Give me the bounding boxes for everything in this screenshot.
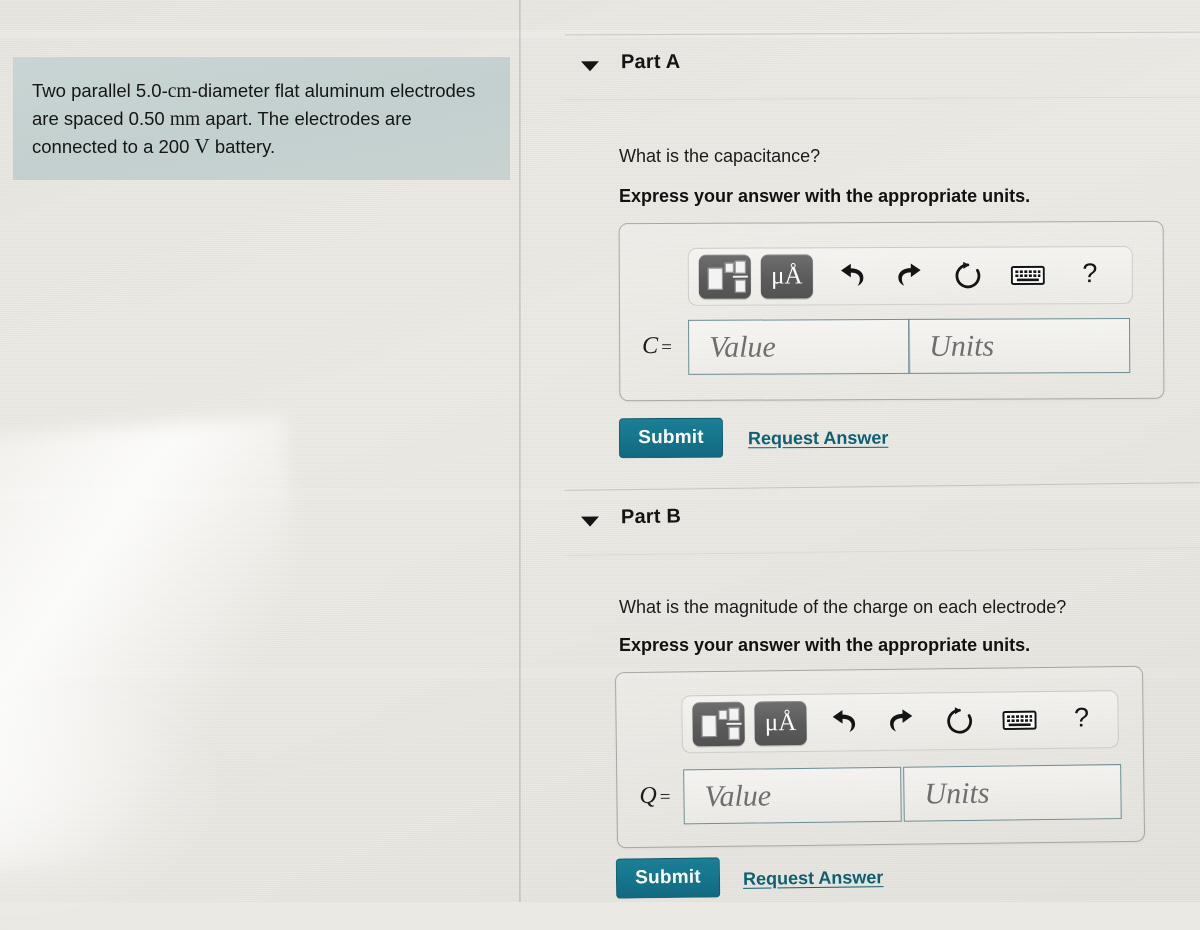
part-a-request-answer-link[interactable]: Request Answer (748, 428, 888, 450)
part-a-value-input[interactable]: Value (688, 318, 911, 375)
part-a-header[interactable]: Part A (564, 31, 1200, 101)
undo-arrow-icon (832, 710, 856, 732)
template-numerator-box-icon (728, 707, 740, 721)
problem-text-4: battery. (209, 136, 276, 157)
undo-button[interactable] (820, 700, 867, 745)
part-a-variable: C (642, 333, 659, 360)
screenshot-root: Two parallel 5.0-cm-diameter flat alumin… (0, 0, 1200, 930)
help-button[interactable]: ? (1058, 697, 1105, 742)
part-b-header[interactable]: Part B (564, 482, 1200, 556)
part-a-equals: = (661, 336, 672, 359)
part-a-title: Part A (620, 50, 681, 74)
keyboard-button[interactable] (996, 698, 1043, 743)
template-denominator-box-icon (734, 279, 746, 293)
part-a-request-label: Request Answer (747, 427, 889, 449)
part-b-value-input[interactable]: Value (683, 766, 902, 825)
keyboard-icon (1010, 265, 1045, 285)
triangle-down-icon[interactable] (580, 516, 600, 527)
template-fraction-bar-icon (732, 275, 748, 278)
part-b-units-input[interactable]: Units (903, 764, 1122, 822)
part-a-submit-label: Submit (638, 426, 704, 449)
undo-arrow-icon (841, 263, 864, 286)
units-button[interactable]: μÅ (760, 254, 813, 299)
math-template-button[interactable] (698, 254, 751, 299)
math-template-button[interactable] (692, 701, 745, 747)
part-b-request-label: Request Answer (742, 867, 884, 889)
header-bottom-edge (565, 547, 1200, 556)
reset-button[interactable] (936, 699, 983, 744)
problem-text-1: Two parallel 5.0- (32, 80, 168, 101)
part-a-variable-label: C = (642, 333, 672, 360)
undo-button[interactable] (829, 254, 875, 298)
part-b-request-answer-link[interactable]: Request Answer (743, 867, 884, 890)
part-a-units-placeholder: Units (929, 329, 995, 363)
micro-angstrom-icon: μÅ (771, 261, 803, 290)
redo-arrow-icon (890, 709, 913, 732)
problem-panel: Two parallel 5.0-cm-diameter flat alumin… (0, 0, 518, 902)
part-a-units-input[interactable]: Units (908, 317, 1131, 374)
problem-statement-box: Two parallel 5.0-cm-diameter flat alumin… (13, 57, 510, 180)
part-b-title: Part B (620, 505, 682, 529)
part-b-instruction: Express your answer with the appropriate… (619, 635, 1031, 655)
part-b-units-placeholder: Units (924, 776, 990, 810)
template-fraction-bar-icon (726, 722, 742, 725)
parts-panel: Part A What is the capacitance? Express … (522, 0, 1200, 902)
part-b-value-placeholder: Value (704, 778, 772, 813)
template-denominator-box-icon (728, 726, 740, 740)
micro-angstrom-icon: μÅ (764, 708, 797, 736)
header-bottom-edge (565, 96, 1200, 101)
part-b-question: What is the magnitude of the charge on e… (619, 597, 1067, 617)
units-button[interactable]: μÅ (754, 700, 807, 746)
template-main-box-icon (701, 714, 717, 738)
part-b-submit-button[interactable]: Submit (615, 857, 721, 899)
problem-unit-mm: mm (169, 109, 201, 130)
help-button[interactable]: ? (1067, 253, 1113, 297)
redo-button[interactable] (887, 254, 933, 298)
part-a-toolbar: μÅ ? (687, 245, 1133, 306)
problem-unit-volt: V (194, 134, 210, 158)
part-a-submit-button[interactable]: Submit (618, 417, 724, 459)
panel-divider (519, 0, 521, 902)
template-superscript-box-icon (724, 262, 734, 273)
reset-circular-arrow-icon (955, 261, 981, 289)
question-mark-icon: ? (1082, 258, 1098, 289)
template-numerator-box-icon (734, 260, 746, 274)
part-a-question: What is the capacitance? (619, 146, 821, 166)
keyboard-button[interactable] (1005, 253, 1051, 297)
template-main-box-icon (707, 267, 723, 290)
redo-button[interactable] (878, 699, 925, 744)
part-b-submit-label: Submit (635, 866, 701, 889)
question-mark-icon: ? (1073, 702, 1090, 733)
part-b-variable: Q (639, 782, 657, 809)
part-a-instruction: Express your answer with the appropriate… (619, 186, 1031, 206)
triangle-down-icon[interactable] (580, 61, 600, 72)
template-superscript-box-icon (718, 709, 728, 720)
part-b-toolbar: μÅ ? (681, 690, 1119, 754)
problem-unit-cm: cm (167, 81, 192, 102)
reset-circular-arrow-icon (947, 707, 973, 734)
part-b-answer-box: μÅ ? Q = Value Units (614, 665, 1146, 849)
part-a-value-placeholder: Value (709, 330, 776, 364)
keyboard-icon (1002, 710, 1037, 730)
redo-arrow-icon (898, 263, 921, 286)
reset-button[interactable] (945, 254, 991, 298)
part-b-variable-label: Q = (639, 783, 670, 810)
part-b-equals: = (659, 786, 671, 808)
part-a-answer-box: μÅ ? C = Value Units (618, 220, 1165, 402)
